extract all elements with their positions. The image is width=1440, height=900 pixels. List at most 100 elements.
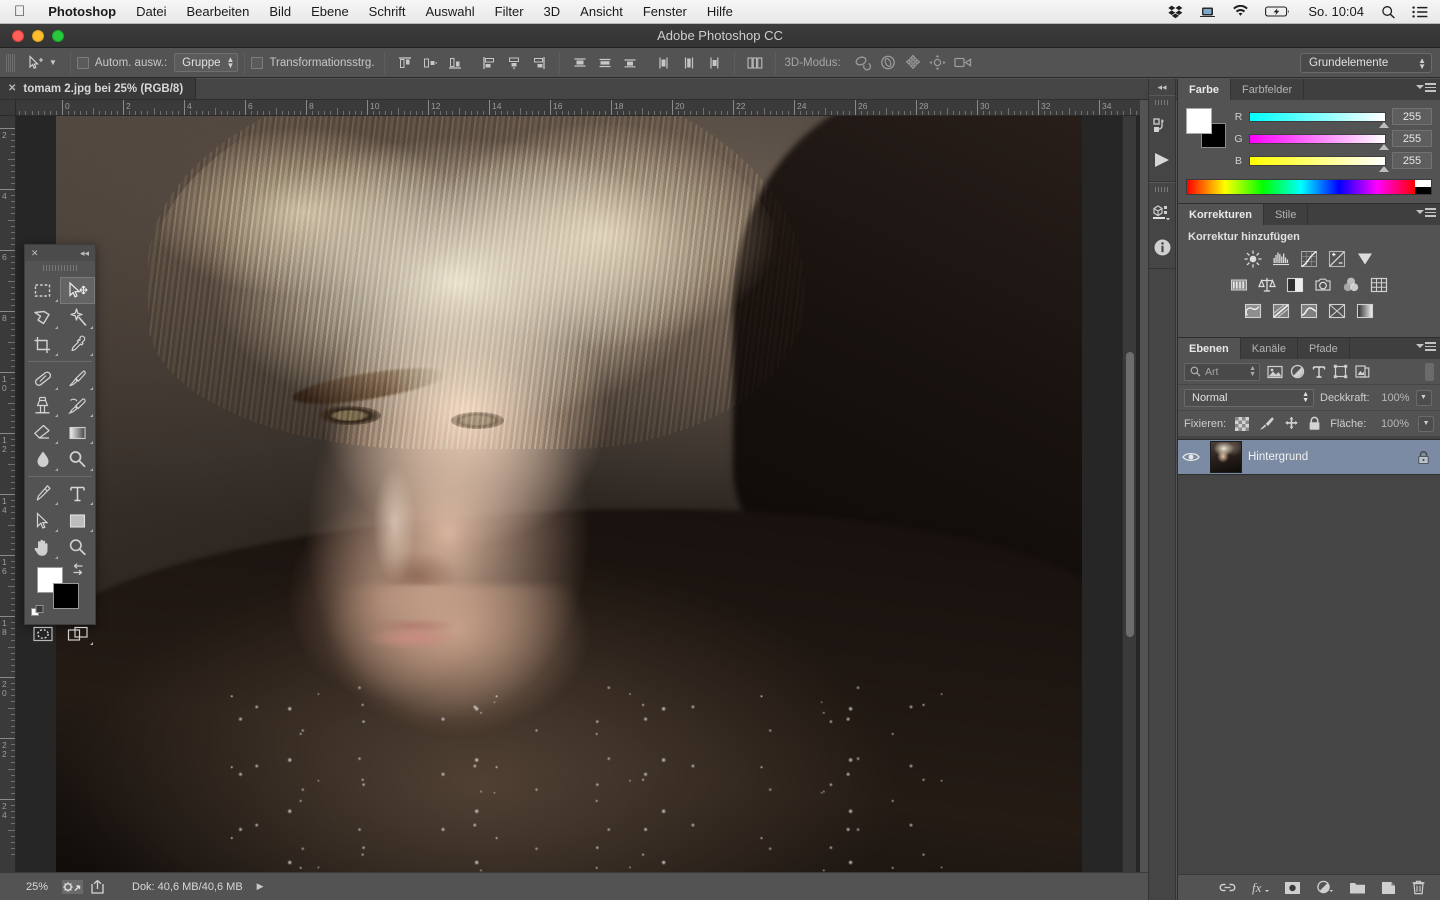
path-selection-tool-icon[interactable] (25, 507, 60, 534)
tab-farbe[interactable]: Farbe (1178, 79, 1231, 100)
align-options-icon[interactable] (745, 53, 765, 73)
new-group-icon[interactable] (1349, 881, 1366, 895)
tool-flyout-indicator[interactable] (90, 468, 93, 471)
menu-item-hilfe[interactable]: Hilfe (697, 4, 743, 19)
options-bar-grip[interactable] (6, 53, 15, 72)
exposure-icon[interactable] (1327, 249, 1347, 269)
menu-app-name[interactable]: Photoshop (38, 4, 126, 19)
slider-thumb[interactable] (1379, 121, 1389, 128)
menu-item-auswahl[interactable]: Auswahl (416, 4, 485, 19)
tool-flyout-indicator[interactable] (55, 387, 58, 390)
channel-slider-r[interactable] (1249, 111, 1389, 128)
menu-item-bearbeiten[interactable]: Bearbeiten (177, 4, 260, 19)
history-icon[interactable] (1149, 109, 1175, 143)
document-tab[interactable]: ✕ tomam 2.jpg bei 25% (RGB/8) (0, 78, 197, 99)
search-icon[interactable] (1373, 5, 1404, 19)
crop-tool-icon[interactable] (25, 331, 60, 358)
tool-preset-picker[interactable]: ▼ (20, 54, 64, 71)
vibrance-icon[interactable] (1355, 249, 1375, 269)
tab-pfade[interactable]: Pfade (1298, 338, 1350, 359)
collapse-icon[interactable]: ◂◂ (80, 248, 89, 259)
brightness-contrast-icon[interactable] (1243, 249, 1263, 269)
tool-flyout-indicator[interactable] (90, 441, 93, 444)
fill-value[interactable]: 100% (1375, 418, 1409, 430)
screen-share-icon[interactable] (1191, 5, 1224, 19)
fill-slider-toggle[interactable]: ▼ (1418, 415, 1434, 432)
color-lookup-icon[interactable] (1369, 275, 1389, 295)
rectangle-tool-icon[interactable] (60, 507, 95, 534)
pen-tool-icon[interactable] (25, 480, 60, 507)
filter-pixel-icon[interactable] (1267, 365, 1283, 379)
tab-farbfelder[interactable]: Farbfelder (1231, 79, 1305, 100)
zoom-tool-icon[interactable] (60, 534, 95, 561)
canvas-area[interactable] (16, 116, 1140, 872)
eye-icon[interactable] (1178, 451, 1204, 463)
new-adjustment-layer-icon[interactable] (1316, 880, 1334, 895)
magic-wand-tool-icon[interactable] (60, 304, 95, 331)
spectrum-white-black[interactable] (1415, 180, 1431, 194)
tool-flyout-indicator[interactable] (90, 353, 93, 356)
scale-3d-icon[interactable] (953, 53, 973, 73)
channel-value-g[interactable]: 255 (1392, 130, 1432, 147)
posterize-icon[interactable] (1271, 301, 1291, 321)
align-horizontal-centers-icon[interactable] (504, 53, 524, 73)
tool-flyout-indicator[interactable] (90, 387, 93, 390)
ruler-origin-corner[interactable] (0, 100, 16, 116)
menu-item-datei[interactable]: Datei (126, 4, 176, 19)
tool-flyout-indicator[interactable] (55, 441, 58, 444)
expand-panels-icon[interactable]: ◂◂ (1149, 79, 1175, 95)
tab-kanaele[interactable]: Kanäle (1241, 338, 1298, 359)
menu-item-fenster[interactable]: Fenster (633, 4, 697, 19)
menu-item-3d[interactable]: 3D (534, 4, 571, 19)
delete-layer-icon[interactable] (1411, 880, 1426, 895)
filter-shape-icon[interactable] (1333, 364, 1348, 379)
threshold-icon[interactable] (1299, 301, 1319, 321)
tool-flyout-indicator[interactable] (55, 468, 58, 471)
gradient-tool-icon[interactable] (60, 419, 95, 446)
battery-icon[interactable] (1257, 5, 1299, 18)
channel-value-b[interactable]: 255 (1392, 152, 1432, 169)
background-color-swatch[interactable] (53, 583, 79, 609)
filter-adjustment-icon[interactable] (1290, 364, 1305, 379)
tool-flyout-indicator[interactable] (55, 414, 58, 417)
layers-list[interactable]: Hintergrund (1178, 437, 1440, 874)
distribute-left-edges-icon[interactable] (654, 53, 674, 73)
brush-tool-icon[interactable] (60, 365, 95, 392)
distribute-vertical-centers-icon[interactable] (595, 53, 615, 73)
move-tool-icon[interactable] (60, 277, 95, 304)
distribute-right-edges-icon[interactable] (704, 53, 724, 73)
spectrum-gradient[interactable] (1187, 180, 1415, 194)
wifi-icon[interactable] (1224, 5, 1257, 18)
tab-stile[interactable]: Stile (1264, 204, 1309, 225)
workspace-selector[interactable]: Grundelemente ▲ ▼ (1300, 53, 1432, 73)
lasso-tool-icon[interactable] (25, 304, 60, 331)
tool-flyout-indicator[interactable] (90, 642, 93, 645)
play-triangle-icon[interactable]: ▶ (257, 881, 264, 892)
tools-panel-header[interactable]: ✕ ◂◂ (25, 245, 95, 261)
tab-korrekturen[interactable]: Korrekturen (1178, 204, 1264, 225)
levels-icon[interactable] (1271, 249, 1291, 269)
hue-saturation-icon[interactable] (1229, 275, 1249, 295)
channel-mixer-icon[interactable] (1341, 275, 1361, 295)
zoom-level[interactable]: 25% (0, 881, 56, 893)
healing-brush-tool-icon[interactable] (25, 365, 60, 392)
layer-style-fx-icon[interactable]: fx (1251, 880, 1269, 895)
distribute-horizontal-centers-icon[interactable] (679, 53, 699, 73)
close-icon[interactable]: ✕ (8, 83, 16, 94)
default-colors-icon[interactable] (31, 605, 45, 619)
align-vertical-centers-icon[interactable] (420, 53, 440, 73)
tab-ebenen[interactable]: Ebenen (1178, 338, 1241, 359)
filter-enable-toggle[interactable] (1425, 362, 1434, 381)
screen-mode-icon[interactable] (60, 621, 95, 647)
auto-select-checkbox[interactable] (76, 56, 89, 69)
gradient-map-icon[interactable] (1355, 301, 1375, 321)
lock-icon[interactable] (1417, 450, 1430, 465)
menu-item-ansicht[interactable]: Ansicht (570, 4, 633, 19)
tools-panel-grip[interactable] (43, 263, 77, 273)
swap-colors-icon[interactable] (71, 563, 85, 575)
dropbox-icon[interactable] (1160, 5, 1191, 19)
tool-flyout-indicator[interactable] (55, 326, 58, 329)
opacity-value[interactable]: 100% (1376, 392, 1409, 404)
menu-item-ebene[interactable]: Ebene (301, 4, 359, 19)
link-layers-icon[interactable] (1219, 881, 1236, 894)
